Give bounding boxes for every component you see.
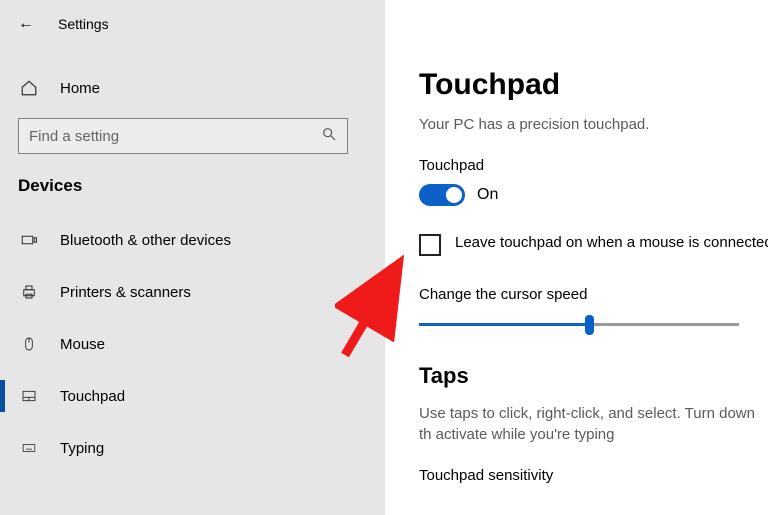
- main-panel: Touchpad Your PC has a precision touchpa…: [385, 0, 768, 515]
- taps-description: Use taps to click, right-click, and sele…: [419, 403, 768, 445]
- sidebar-item-label: Printers & scanners: [60, 284, 191, 301]
- sensitivity-label: Touchpad sensitivity: [419, 467, 768, 484]
- page-subtitle: Your PC has a precision touchpad.: [419, 116, 768, 133]
- touchpad-icon: [18, 388, 40, 404]
- touchpad-toggle-label: Touchpad: [419, 157, 768, 174]
- sidebar-item-touchpad[interactable]: Touchpad: [0, 370, 385, 422]
- sidebar-section: Devices: [0, 154, 385, 204]
- search-input[interactable]: Find a setting: [18, 118, 348, 154]
- sidebar-item-label: Mouse: [60, 336, 105, 353]
- sidebar-item-label: Touchpad: [60, 388, 125, 405]
- back-icon[interactable]: ←: [18, 15, 34, 33]
- mouse-icon: [18, 335, 40, 353]
- cursor-speed-label: Change the cursor speed: [419, 286, 768, 303]
- bluetooth-icon: [18, 231, 40, 249]
- home-label: Home: [60, 80, 100, 97]
- toggle-state: On: [477, 186, 498, 204]
- leave-touchpad-checkbox[interactable]: [419, 234, 441, 256]
- checkbox-label: Leave touchpad on when a mouse is connec…: [455, 234, 768, 251]
- sidebar-item-label: Typing: [60, 440, 104, 457]
- app-title: Settings: [58, 16, 109, 32]
- sidebar-item-typing[interactable]: Typing: [0, 422, 385, 474]
- cursor-speed-slider[interactable]: [419, 313, 739, 337]
- search-placeholder: Find a setting: [29, 128, 321, 145]
- page-title: Touchpad: [419, 68, 768, 102]
- sidebar: ← Settings Home Find a setting Devices B…: [0, 0, 385, 515]
- printer-icon: [18, 283, 40, 301]
- sidebar-item-label: Bluetooth & other devices: [60, 232, 231, 249]
- sidebar-item-printers[interactable]: Printers & scanners: [0, 266, 385, 318]
- slider-thumb[interactable]: [585, 315, 594, 335]
- touchpad-toggle[interactable]: [419, 184, 465, 206]
- sidebar-item-mouse[interactable]: Mouse: [0, 318, 385, 370]
- sidebar-item-bluetooth[interactable]: Bluetooth & other devices: [0, 214, 385, 266]
- home-nav[interactable]: Home: [0, 66, 385, 110]
- search-icon: [321, 126, 337, 146]
- keyboard-icon: [18, 441, 40, 455]
- home-icon: [18, 79, 40, 97]
- taps-heading: Taps: [419, 363, 768, 389]
